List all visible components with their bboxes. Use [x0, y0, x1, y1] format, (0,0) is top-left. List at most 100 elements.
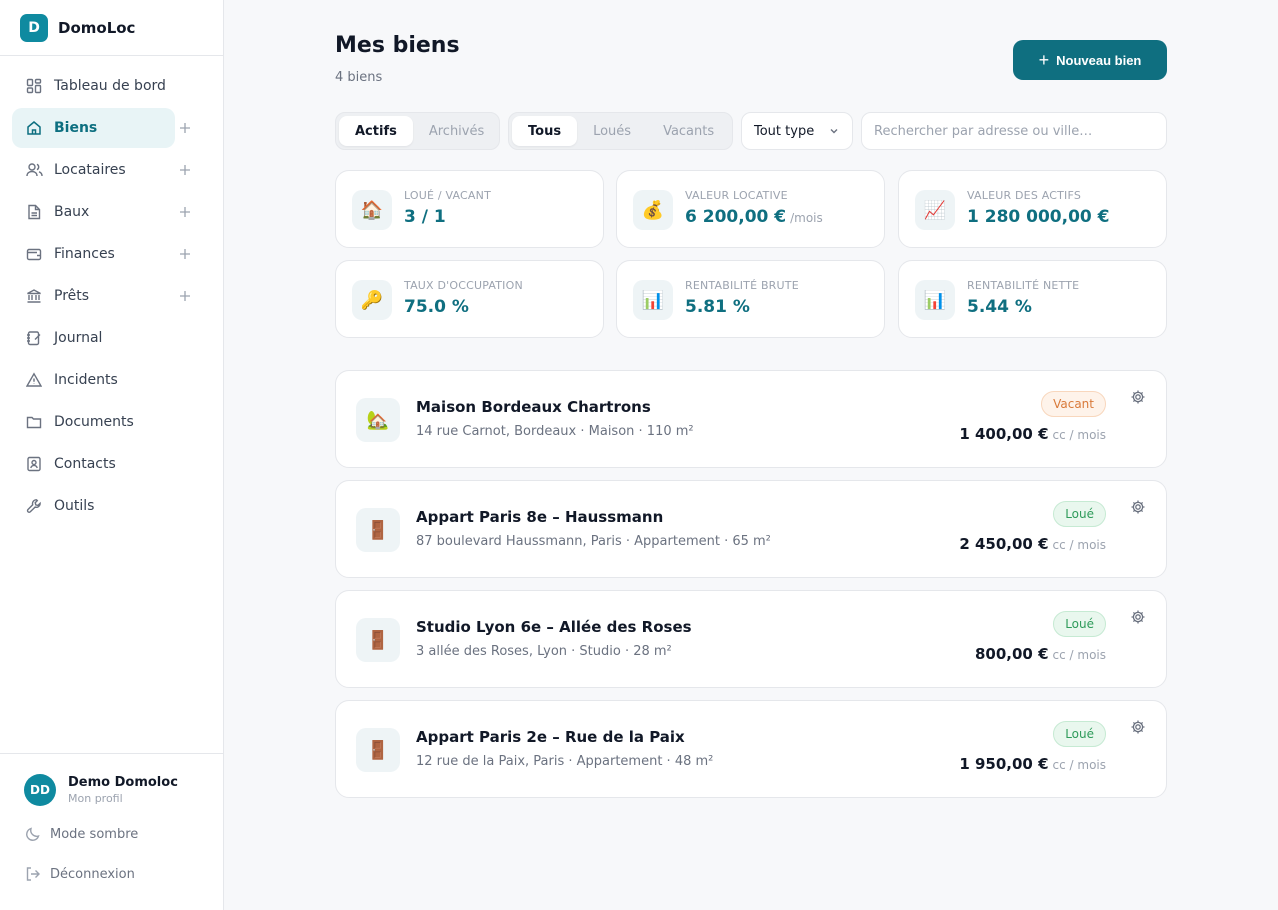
- sidebar-item-label: Outils: [54, 498, 95, 514]
- dark-mode-label: Mode sombre: [50, 826, 139, 842]
- property-card[interactable]: 🚪 Appart Paris 2e – Rue de la Paix 12 ru…: [335, 700, 1167, 798]
- dark-mode-toggle[interactable]: Mode sombre: [0, 814, 223, 854]
- gear-icon[interactable]: [1130, 499, 1148, 517]
- brand-logo: D: [20, 13, 48, 42]
- status-badge: Loué: [1053, 501, 1106, 527]
- stat-value: 5.44 %: [967, 297, 1032, 317]
- add-pret-plus-icon[interactable]: [176, 287, 194, 305]
- filter-actifs[interactable]: Actifs: [339, 116, 413, 146]
- gear-icon[interactable]: [1130, 389, 1148, 407]
- price-amount: 1 950,00 €: [959, 755, 1049, 773]
- journal-icon: [25, 329, 43, 347]
- property-card[interactable]: 🚪 Studio Lyon 6e – Allée des Roses 3 all…: [335, 590, 1167, 688]
- key-icon: 🔑: [352, 280, 392, 320]
- logout-label: Déconnexion: [50, 866, 135, 882]
- bar-chart-icon: 📊: [915, 280, 955, 320]
- gear-icon[interactable]: [1130, 719, 1148, 737]
- logout-icon: [24, 865, 42, 883]
- price-amount: 800,00 €: [974, 645, 1049, 663]
- type-select-value: Tout type: [754, 123, 815, 139]
- stat-value: 1 280 000,00 €: [967, 207, 1110, 227]
- sidebar-item-tableau-de-bord[interactable]: Tableau de bord: [12, 66, 211, 106]
- logout-button[interactable]: Déconnexion: [0, 854, 223, 894]
- property-card[interactable]: 🚪 Appart Paris 8e – Haussmann 87 bouleva…: [335, 480, 1167, 578]
- status-badge: Vacant: [1041, 391, 1106, 417]
- filter-archives[interactable]: Archivés: [413, 116, 500, 146]
- document-icon: [25, 203, 43, 221]
- property-price: 800,00 € cc / mois: [975, 645, 1106, 663]
- type-select[interactable]: Tout type: [741, 112, 853, 150]
- property-price: 1 950,00 € cc / mois: [959, 755, 1106, 773]
- sidebar: D DomoLoc Tableau de bord Biens Locatair…: [0, 0, 224, 910]
- sidebar-item-outils[interactable]: Outils: [12, 486, 211, 526]
- stat-label: Valeur locative: [685, 189, 788, 202]
- status-segment: Actifs Archivés: [335, 112, 500, 150]
- stat-card-valeur-actifs: 📈 Valeur des actifs 1 280 000,00 €: [898, 170, 1167, 248]
- profile-subtitle: Mon profil: [68, 792, 123, 805]
- sidebar-item-biens[interactable]: Biens: [12, 108, 175, 148]
- price-unit: cc / mois: [1052, 648, 1106, 662]
- dashboard-icon: [25, 77, 43, 95]
- door-icon: 🚪: [356, 728, 400, 772]
- sidebar-item-label: Baux: [54, 204, 90, 220]
- stat-card-loue-vacant: 🏠 Loué / Vacant 3 / 1: [335, 170, 604, 248]
- stat-value: 3 / 1: [404, 207, 446, 227]
- status-badge: Loué: [1053, 611, 1106, 637]
- brand-name: DomoLoc: [58, 18, 136, 37]
- price-amount: 2 450,00 €: [959, 535, 1049, 553]
- home-icon: [25, 119, 43, 137]
- search-input[interactable]: [861, 112, 1167, 150]
- property-title: Maison Bordeaux Chartrons: [416, 398, 651, 416]
- sidebar-item-incidents[interactable]: Incidents: [12, 360, 211, 400]
- sidebar-item-label: Incidents: [54, 372, 118, 388]
- property-price: 1 400,00 € cc / mois: [959, 425, 1106, 443]
- add-locataire-plus-icon[interactable]: [176, 161, 194, 179]
- property-title: Appart Paris 2e – Rue de la Paix: [416, 728, 685, 746]
- gear-icon[interactable]: [1130, 609, 1148, 627]
- page-title: Mes biens: [335, 33, 460, 58]
- add-bail-plus-icon[interactable]: [176, 203, 194, 221]
- profile-name: Demo Domoloc: [68, 775, 178, 790]
- sidebar-item-journal[interactable]: Journal: [12, 318, 211, 358]
- stat-card-rentabilite-brute: 📊 Rentabilité brute 5.81 %: [616, 260, 885, 338]
- stat-card-taux-occupation: 🔑 Taux d'occupation 75.0 %: [335, 260, 604, 338]
- sidebar-nav: Tableau de bord Biens Locataires Baux Fi…: [0, 56, 223, 526]
- add-bien-plus-icon[interactable]: [176, 119, 194, 137]
- profile-link[interactable]: DD Demo Domoloc Mon profil: [0, 754, 223, 806]
- wallet-icon: [25, 245, 43, 263]
- sidebar-item-label: Prêts: [54, 288, 90, 304]
- house-emoji-icon: 🏠: [352, 190, 392, 230]
- add-finance-plus-icon[interactable]: [176, 245, 194, 263]
- occupancy-segment: Tous Loués Vacants: [508, 112, 733, 150]
- sidebar-item-contacts[interactable]: Contacts: [12, 444, 211, 484]
- new-property-button[interactable]: + Nouveau bien: [1013, 40, 1167, 80]
- property-price: 2 450,00 € cc / mois: [959, 535, 1106, 553]
- new-property-label: Nouveau bien: [1056, 52, 1142, 68]
- money-bag-icon: 💰: [633, 190, 673, 230]
- stat-label: Taux d'occupation: [404, 279, 523, 292]
- price-unit: cc / mois: [1052, 758, 1106, 772]
- stat-value: 6 200,00 €/mois: [685, 207, 823, 227]
- status-badge: Loué: [1053, 721, 1106, 747]
- property-details: 14 rue Carnot, Bordeaux · Maison · 110 m…: [416, 424, 694, 439]
- property-details: 3 allée des Roses, Lyon · Studio · 28 m²: [416, 644, 672, 659]
- chevron-down-icon: [828, 125, 840, 137]
- brand[interactable]: D DomoLoc: [0, 0, 223, 56]
- property-details: 12 rue de la Paix, Paris · Appartement ·…: [416, 754, 714, 769]
- bank-icon: [25, 287, 43, 305]
- sidebar-item-label: Finances: [54, 246, 115, 262]
- sidebar-item-label: Documents: [54, 414, 134, 430]
- stat-unit: /mois: [790, 211, 823, 225]
- property-details: 87 boulevard Haussmann, Paris · Appartem…: [416, 534, 771, 549]
- filter-tous[interactable]: Tous: [512, 116, 578, 146]
- property-card[interactable]: 🏡 Maison Bordeaux Chartrons 14 rue Carno…: [335, 370, 1167, 468]
- sidebar-item-label: Journal: [54, 330, 103, 346]
- sidebar-item-label: Tableau de bord: [54, 78, 166, 94]
- stat-value: 75.0 %: [404, 297, 469, 317]
- stat-label: Rentabilité brute: [685, 279, 799, 292]
- property-title: Appart Paris 8e – Haussmann: [416, 508, 664, 526]
- stat-value: 5.81 %: [685, 297, 750, 317]
- filter-vacants[interactable]: Vacants: [647, 116, 730, 146]
- sidebar-item-documents[interactable]: Documents: [12, 402, 211, 442]
- filter-loues[interactable]: Loués: [577, 116, 647, 146]
